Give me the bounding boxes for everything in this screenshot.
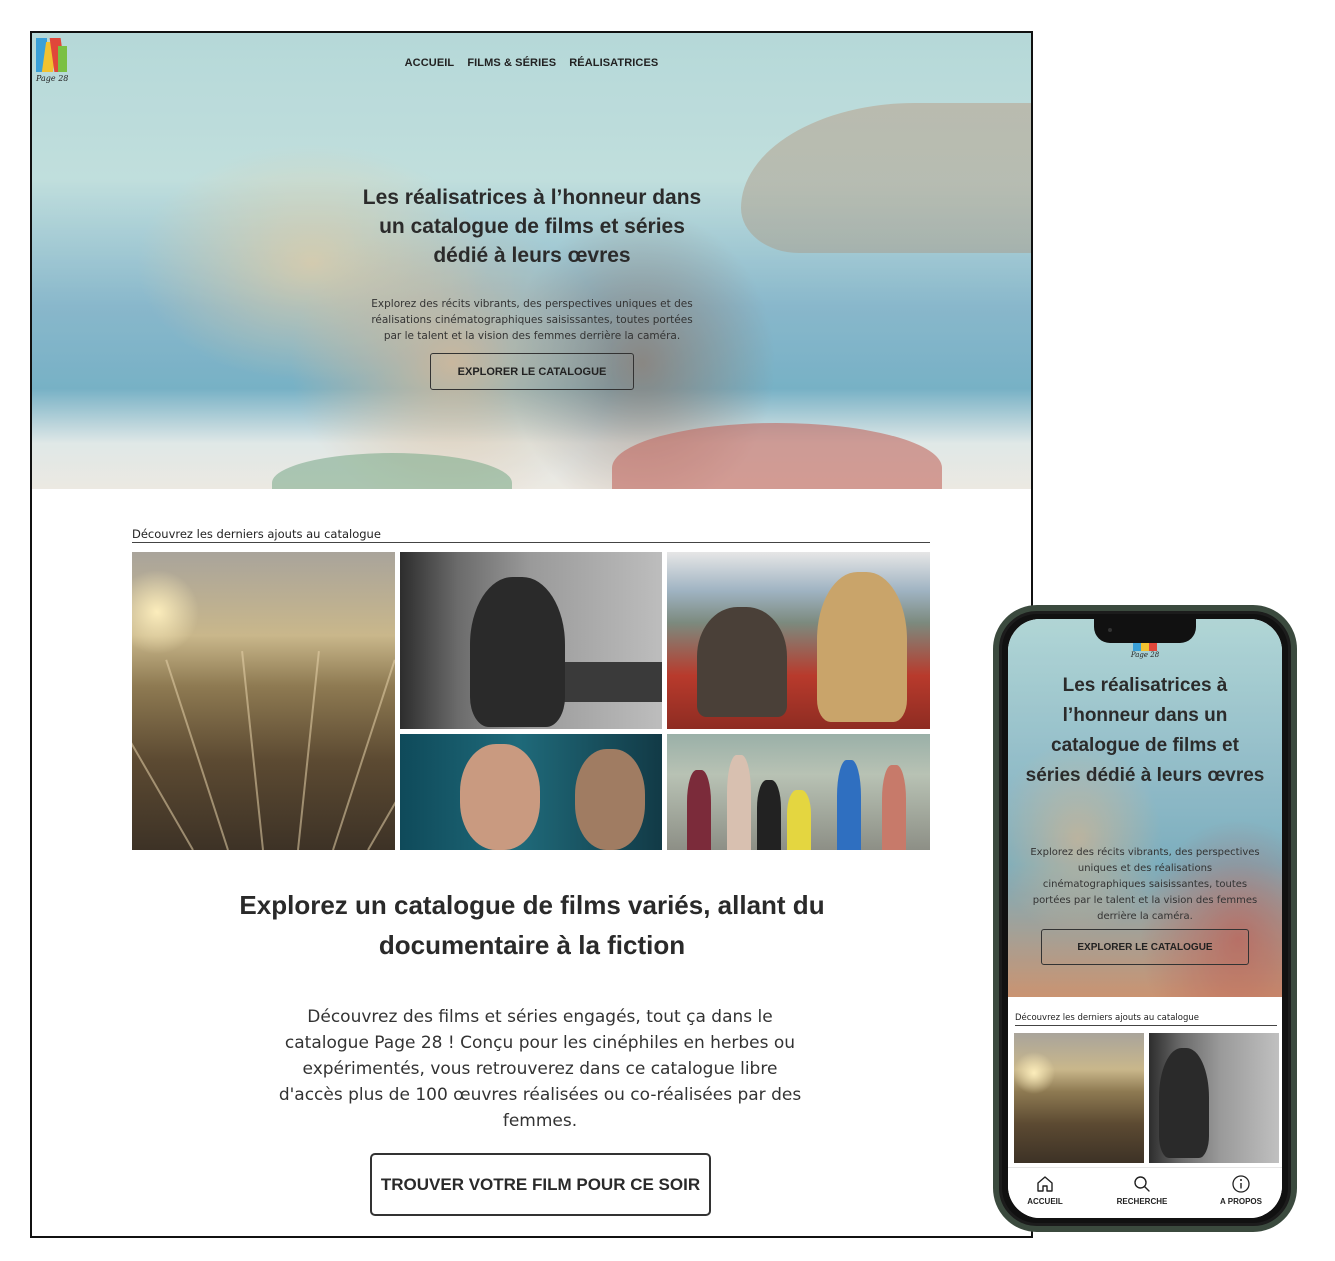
film-tile-dancers[interactable] bbox=[667, 734, 930, 850]
section-body: Découvrez des films et séries engagés, t… bbox=[278, 1007, 802, 1131]
home-icon bbox=[1037, 1176, 1053, 1192]
tab-recherche-label: RECHERCHE bbox=[1116, 1197, 1168, 1206]
mobile-film-tile-railway[interactable] bbox=[1014, 1033, 1144, 1163]
phone-screen: Page 28 Les réalisatrices à l’honneur da… bbox=[1008, 619, 1282, 1218]
film-tile-black-white[interactable] bbox=[400, 552, 662, 729]
search-icon bbox=[1134, 1176, 1150, 1192]
film-tile-two-women[interactable] bbox=[400, 734, 662, 850]
tab-a-propos[interactable]: A PROPOS bbox=[1196, 1174, 1282, 1206]
latest-additions-label: Découvrez les derniers ajouts au catalog… bbox=[132, 527, 930, 543]
tab-recherche[interactable]: RECHERCHE bbox=[1097, 1174, 1187, 1206]
hero-title: Les réalisatrices à l’honneur dans un ca… bbox=[362, 186, 702, 267]
film-tile-railway[interactable] bbox=[132, 552, 395, 850]
tab-a-propos-label: A PROPOS bbox=[1220, 1197, 1262, 1206]
mobile-film-tile-black-white[interactable] bbox=[1149, 1033, 1279, 1163]
mobile-logo-caption: Page 28 bbox=[1130, 651, 1160, 659]
find-film-button[interactable]: TROUVER VOTRE FILM POUR CE SOIR bbox=[370, 1153, 711, 1216]
explore-catalogue-button[interactable]: EXPLORER LE CATALOGUE bbox=[430, 353, 634, 390]
logo-caption: Page 28 bbox=[36, 74, 69, 83]
latest-additions-grid bbox=[132, 552, 930, 850]
top-nav: ACCUEIL FILMS & SÉRIES RÉALISATRICES bbox=[32, 51, 1031, 70]
phone-mockup: Page 28 Les réalisatrices à l’honneur da… bbox=[993, 605, 1297, 1232]
tab-accueil-label: ACCUEIL bbox=[1027, 1197, 1063, 1206]
info-icon bbox=[1232, 1175, 1250, 1193]
hero-subtitle: Explorez des récits vibrants, des perspe… bbox=[371, 298, 693, 342]
section-title: Explorez un catalogue de films variés, a… bbox=[239, 890, 825, 960]
mobile-hero: Page 28 Les réalisatrices à l’honneur da… bbox=[1008, 619, 1282, 997]
hero-banner: Page 28 ACCUEIL FILMS & SÉRIES RÉALISATR… bbox=[32, 33, 1031, 489]
tab-accueil[interactable]: ACCUEIL bbox=[1008, 1174, 1090, 1206]
mobile-logo[interactable]: Page 28 bbox=[1125, 641, 1165, 659]
phone-notch bbox=[1094, 619, 1196, 643]
mobile-tab-bar: ACCUEIL RECHERCHE A PROPOS bbox=[1008, 1167, 1282, 1218]
mobile-latest-label: Découvrez les derniers ajouts au catalog… bbox=[1015, 1013, 1277, 1026]
mobile-hero-subtitle: Explorez des récits vibrants, des perspe… bbox=[1030, 847, 1260, 922]
mobile-explore-catalogue-button[interactable]: EXPLORER LE CATALOGUE bbox=[1041, 929, 1249, 965]
desktop-mockup: Page 28 ACCUEIL FILMS & SÉRIES RÉALISATR… bbox=[30, 31, 1033, 1238]
film-tile-cowboy-hat[interactable] bbox=[667, 552, 930, 729]
mobile-hero-title: Les réalisatrices à l’honneur dans un ca… bbox=[1025, 675, 1265, 786]
nav-accueil[interactable]: ACCUEIL bbox=[405, 57, 455, 69]
nav-realisatrices[interactable]: RÉALISATRICES bbox=[569, 57, 658, 69]
nav-films-series[interactable]: FILMS & SÉRIES bbox=[467, 57, 556, 69]
